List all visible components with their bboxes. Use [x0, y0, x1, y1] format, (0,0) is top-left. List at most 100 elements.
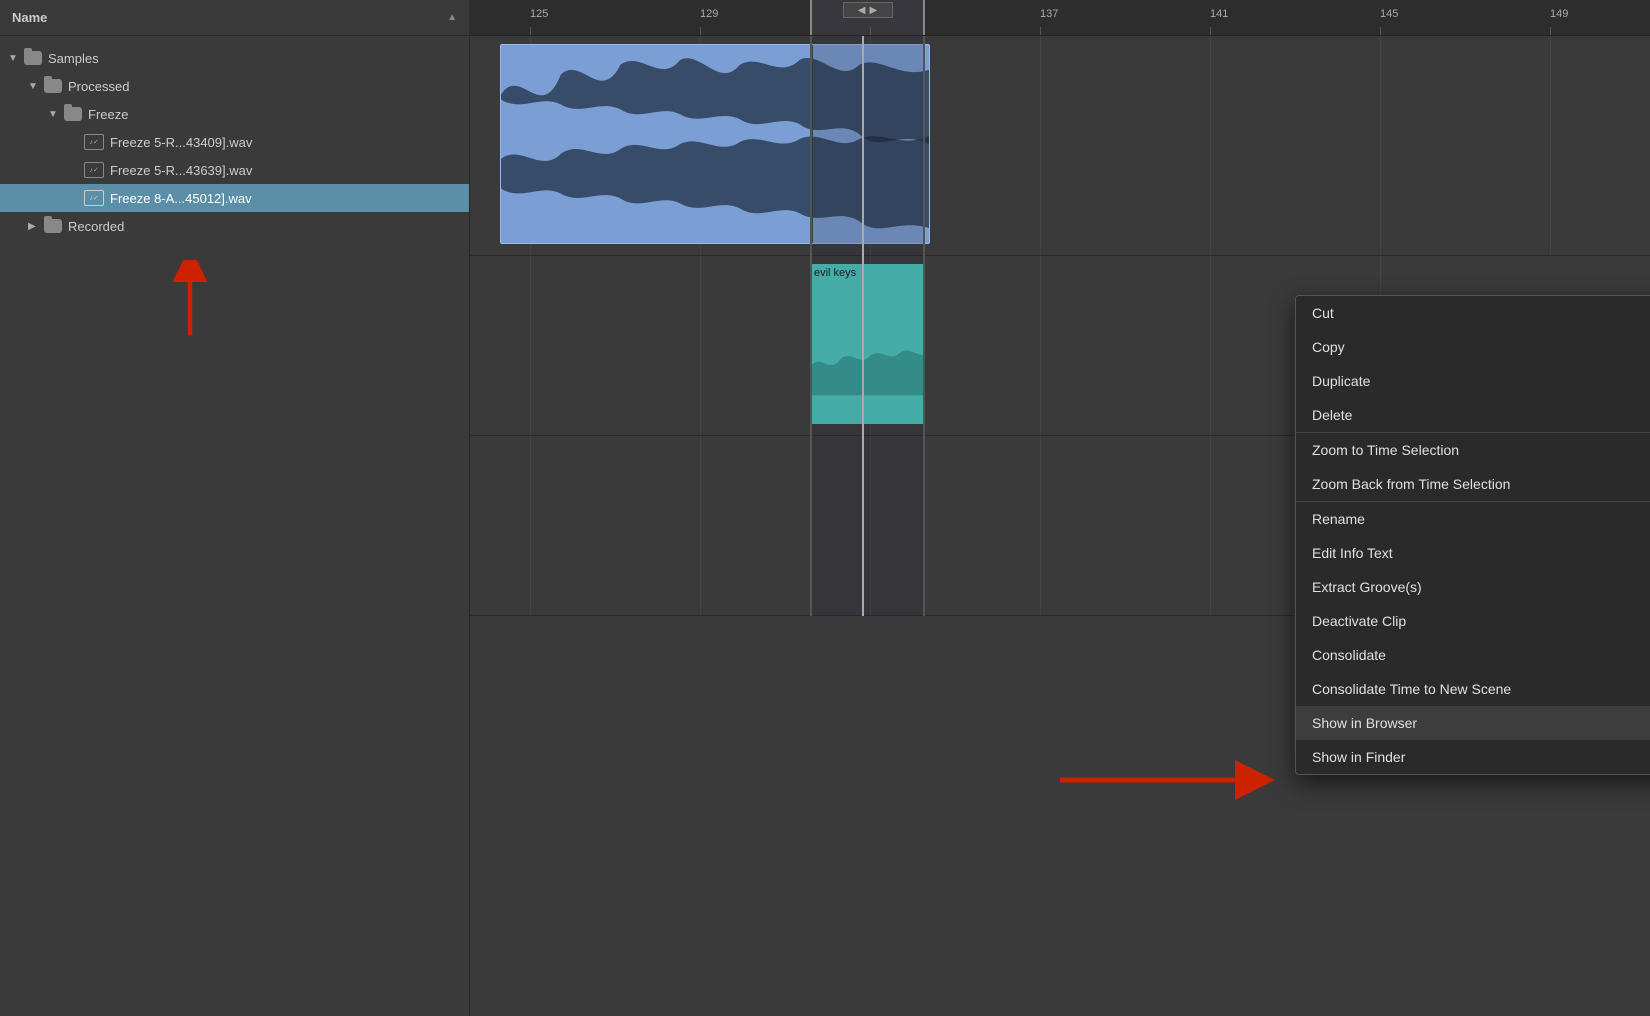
time-selection-overlay-3 — [810, 436, 925, 616]
menu-item-consolidate[interactable]: Consolidate ⌘ J — [1296, 638, 1650, 672]
panel-header-title: Name — [12, 10, 47, 25]
ruler-label-141: 141 — [1210, 8, 1228, 20]
tree-item-recorded[interactable]: ▶ Recorded — [0, 212, 469, 240]
grid-line-3-141 — [1210, 436, 1211, 615]
annotation-arrow-up — [160, 260, 220, 340]
menu-item-delete[interactable]: Delete Del — [1296, 398, 1650, 432]
menu-item-show-finder[interactable]: Show in Finder — [1296, 740, 1650, 774]
audio-file-icon-3: ♪✓ — [84, 190, 104, 206]
menu-item-zoom-back-label: Zoom Back from Time Selection — [1312, 476, 1510, 492]
grid-line-149 — [1550, 36, 1551, 255]
folder-icon-freeze — [64, 107, 82, 121]
menu-item-copy-label: Copy — [1312, 339, 1345, 355]
menu-item-show-browser[interactable]: Show in Browser — [1296, 706, 1650, 740]
tree-label-freeze: Freeze — [88, 107, 128, 122]
file-tree: ▼ Samples ▼ Processed ▼ Freeze ♪✓ Freeze… — [0, 36, 469, 248]
folder-icon-recorded — [44, 219, 62, 233]
file-browser-panel: Name ▲ ▼ Samples ▼ Processed ▼ Freeze ♪✓… — [0, 0, 470, 1016]
folder-icon-samples — [24, 51, 42, 65]
grid-line-3-125 — [530, 436, 531, 615]
tree-label-processed: Processed — [68, 79, 129, 94]
menu-item-delete-label: Delete — [1312, 407, 1352, 423]
menu-item-consolidate-time-label: Consolidate Time to New Scene — [1312, 681, 1511, 697]
annotation-arrow-right — [1050, 755, 1280, 805]
grid-line-2-137 — [1040, 256, 1041, 435]
tree-label-samples: Samples — [48, 51, 99, 66]
ruler-tick-125 — [530, 27, 531, 35]
audio-file-icon-1: ♪✓ — [84, 134, 104, 150]
expand-arrow-recorded: ▶ — [28, 221, 42, 232]
menu-item-consolidate-time[interactable]: Consolidate Time to New Scene — [1296, 672, 1650, 706]
grid-line-2-125 — [530, 256, 531, 435]
tree-item-processed[interactable]: ▼ Processed — [0, 72, 469, 100]
menu-item-copy[interactable]: Copy ⌘ C — [1296, 330, 1650, 364]
tree-item-freeze2[interactable]: ♪✓ Freeze 5-R...43639].wav — [0, 156, 469, 184]
menu-item-duplicate[interactable]: Duplicate ⌘ D — [1296, 364, 1650, 398]
tree-item-freeze[interactable]: ▼ Freeze — [0, 100, 469, 128]
panel-header: Name ▲ — [0, 0, 469, 36]
grid-line-2-129 — [700, 256, 701, 435]
grid-line-141 — [1210, 36, 1211, 255]
menu-item-duplicate-label: Duplicate — [1312, 373, 1370, 389]
ruler-label-125: 125 — [530, 8, 548, 20]
menu-item-deactivate[interactable]: Deactivate Clip 0 — [1296, 604, 1650, 638]
ruler-tick-129 — [700, 27, 701, 35]
grid-line-137 — [1040, 36, 1041, 255]
timeline-panel: 125 129 133 137 141 145 149 ◀ ▶ — [470, 0, 1650, 1016]
menu-item-cut[interactable]: Cut ⌘ X — [1296, 296, 1650, 330]
menu-item-rename[interactable]: Rename ⌘ R — [1296, 502, 1650, 536]
context-menu-section-1: Cut ⌘ X Copy ⌘ C Duplicate ⌘ D Delete De… — [1296, 296, 1650, 433]
expand-arrow-samples: ▼ — [8, 53, 22, 64]
menu-item-zoom-to-label: Zoom to Time Selection — [1312, 442, 1459, 458]
ruler-tick-137 — [1040, 27, 1041, 35]
ruler-tick-141 — [1210, 27, 1211, 35]
tree-label-freeze2: Freeze 5-R...43639].wav — [110, 163, 252, 178]
menu-item-edit-info-label: Edit Info Text — [1312, 545, 1393, 561]
menu-item-consolidate-label: Consolidate — [1312, 647, 1386, 663]
menu-item-zoom-back[interactable]: Zoom Back from Time Selection X — [1296, 467, 1650, 501]
expand-arrow-freeze: ▼ — [48, 109, 62, 120]
ruler-label-137: 137 — [1040, 8, 1058, 20]
context-menu-section-2: Zoom to Time Selection Z Zoom Back from … — [1296, 433, 1650, 502]
folder-icon-processed — [44, 79, 62, 93]
tree-label-freeze3: Freeze 8-A...45012].wav — [110, 191, 252, 206]
grid-line-3-129 — [700, 436, 701, 615]
midi-clip-teal[interactable]: evil keys — [810, 264, 925, 424]
track-row-1 — [470, 36, 1650, 256]
menu-item-rename-label: Rename — [1312, 511, 1365, 527]
audio-file-icon-2: ♪✓ — [84, 162, 104, 178]
context-menu-section-3: Rename ⌘ R Edit Info Text Extract Groove… — [1296, 502, 1650, 774]
ruler-tick-149 — [1550, 27, 1551, 35]
tree-item-freeze3[interactable]: ♪✓ Freeze 8-A...45012].wav — [0, 184, 469, 212]
audio-clip-blue[interactable] — [500, 44, 930, 244]
menu-item-extract-groove[interactable]: Extract Groove(s) — [1296, 570, 1650, 604]
midi-clip-label: evil keys — [814, 267, 856, 279]
menu-item-show-browser-label: Show in Browser — [1312, 715, 1417, 731]
clip-selection-line — [811, 45, 813, 244]
grid-line-3-133 — [870, 436, 871, 615]
waveform-svg — [501, 45, 929, 243]
ruler-marks-container: 125 129 133 137 141 145 149 — [470, 0, 1650, 35]
grid-line-3-137 — [1040, 436, 1041, 615]
midi-waveform — [810, 324, 925, 424]
expand-arrow-processed: ▼ — [28, 81, 42, 92]
context-menu: Cut ⌘ X Copy ⌘ C Duplicate ⌘ D Delete De… — [1295, 295, 1650, 775]
menu-item-cut-label: Cut — [1312, 305, 1334, 321]
tree-item-freeze1[interactable]: ♪✓ Freeze 5-R...43409].wav — [0, 128, 469, 156]
ruler-tick-145 — [1380, 27, 1381, 35]
tree-label-freeze1: Freeze 5-R...43409].wav — [110, 135, 252, 150]
ruler-label-129: 129 — [700, 8, 718, 20]
menu-item-deactivate-label: Deactivate Clip — [1312, 613, 1406, 629]
ruler-label-145: 145 — [1380, 8, 1398, 20]
menu-item-show-finder-label: Show in Finder — [1312, 749, 1405, 765]
sort-arrow-icon[interactable]: ▲ — [447, 12, 457, 23]
ruler-tick-133 — [870, 27, 871, 35]
menu-item-extract-groove-label: Extract Groove(s) — [1312, 579, 1422, 595]
ruler-label-149: 149 — [1550, 8, 1568, 20]
tree-item-samples[interactable]: ▼ Samples — [0, 44, 469, 72]
ruler-label-133: 133 — [870, 8, 888, 20]
grid-line-2-141 — [1210, 256, 1211, 435]
grid-line-145 — [1380, 36, 1381, 255]
menu-item-zoom-to[interactable]: Zoom to Time Selection Z — [1296, 433, 1650, 467]
menu-item-edit-info[interactable]: Edit Info Text — [1296, 536, 1650, 570]
